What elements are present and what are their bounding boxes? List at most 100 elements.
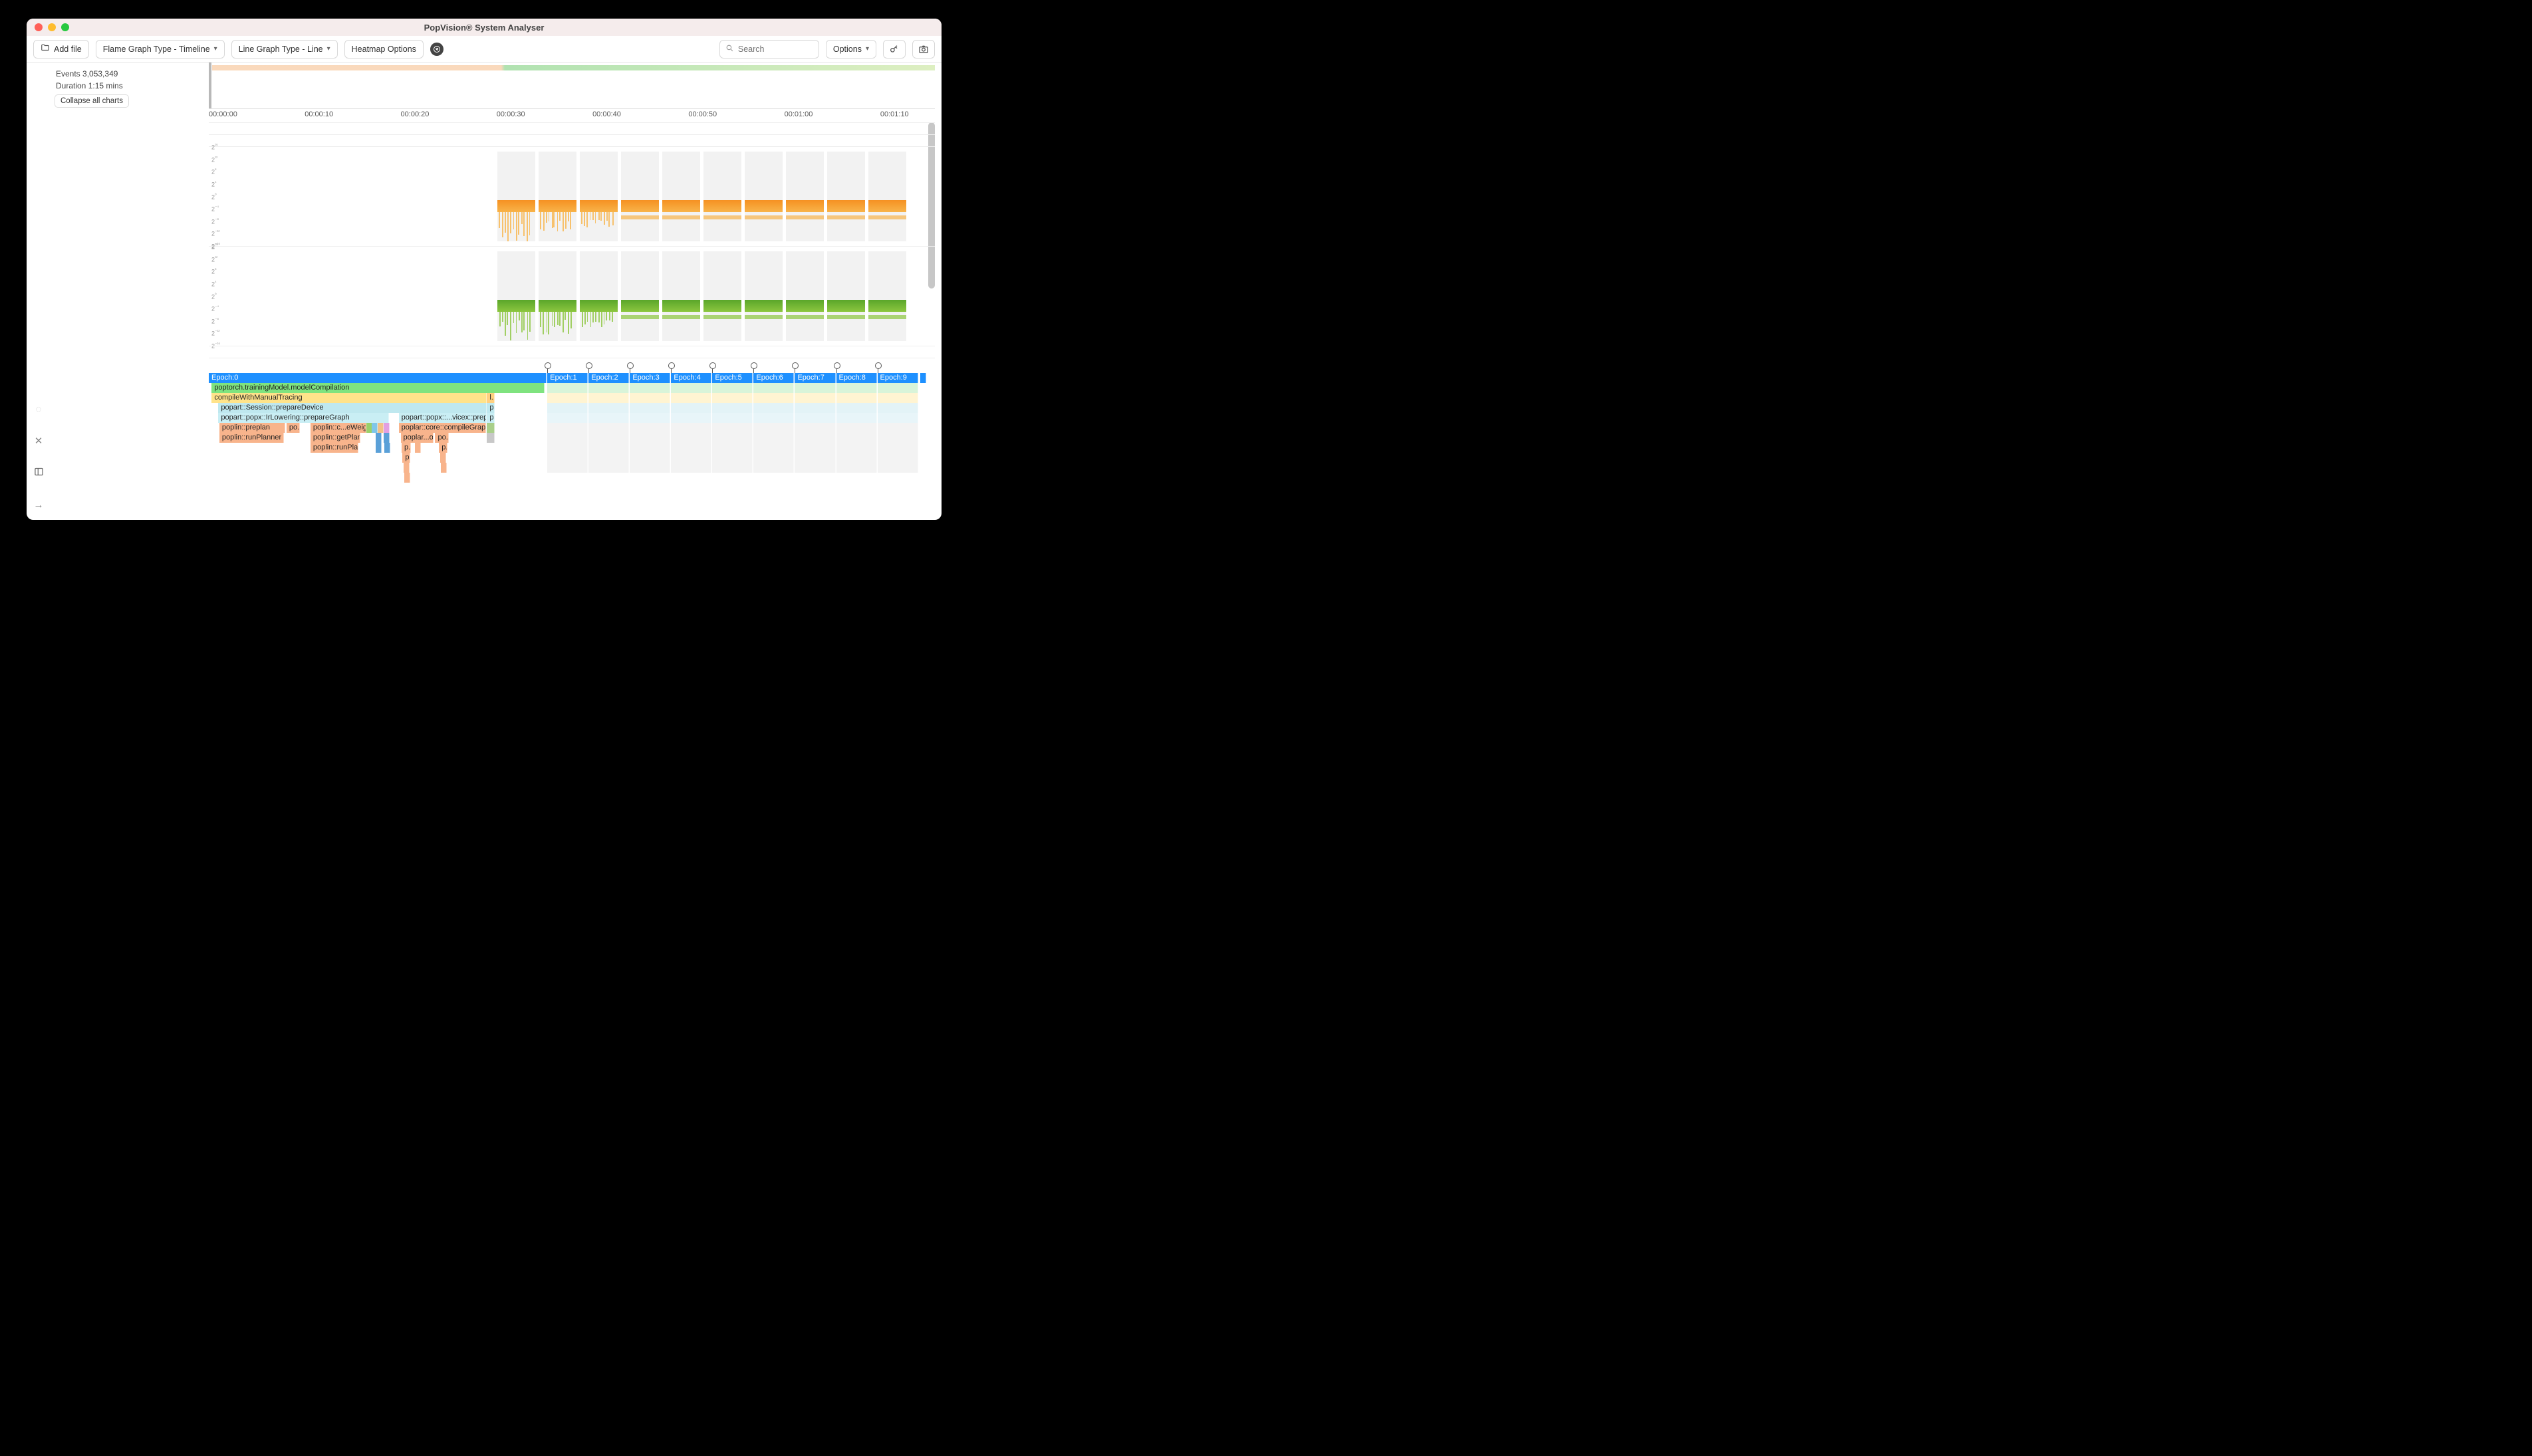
flame-span[interactable]: [878, 443, 918, 453]
flame-span[interactable]: [671, 443, 711, 453]
flame-span[interactable]: [588, 463, 629, 473]
flame-span[interactable]: [415, 443, 421, 453]
flame-span[interactable]: [712, 453, 753, 463]
flame-span[interactable]: poptorch.trainingModel.modelCompilation: [211, 383, 545, 393]
epoch-bar[interactable]: Epoch:1: [547, 373, 588, 383]
flame-span[interactable]: [712, 443, 753, 453]
flame-span[interactable]: [588, 413, 629, 423]
flame-span[interactable]: [795, 393, 835, 403]
flame-span[interactable]: [753, 383, 794, 393]
flame-span[interactable]: [487, 423, 495, 433]
flame-span[interactable]: [712, 393, 753, 403]
flame-span[interactable]: [753, 463, 794, 473]
flame-span[interactable]: l...: [487, 393, 495, 403]
flame-span[interactable]: [795, 433, 835, 443]
flame-span[interactable]: [547, 383, 588, 393]
rail-arrow-icon[interactable]: →: [34, 499, 44, 511]
flame-span[interactable]: [836, 383, 877, 393]
flame-span[interactable]: [630, 443, 670, 453]
flame-span[interactable]: [836, 453, 877, 463]
flame-span[interactable]: [671, 433, 711, 443]
flame-span[interactable]: [588, 383, 629, 393]
flame-span[interactable]: popart::popx::IrLowering::prepareGraph: [218, 413, 389, 423]
flame-span[interactable]: [753, 423, 794, 433]
compass-icon[interactable]: [430, 43, 443, 56]
flame-span[interactable]: [630, 383, 670, 393]
flame-span[interactable]: [671, 393, 711, 403]
flame-span[interactable]: [878, 423, 918, 433]
rail-close-icon[interactable]: ✕: [35, 435, 43, 447]
flame-span[interactable]: [795, 463, 835, 473]
flame-span[interactable]: [671, 413, 711, 423]
flame-span[interactable]: poplin::getPlan: [311, 433, 360, 443]
rail-spinner-icon[interactable]: ◌: [36, 404, 42, 415]
flame-span[interactable]: [878, 383, 918, 393]
heatmap-options-button[interactable]: Heatmap Options: [344, 40, 424, 59]
flame-span[interactable]: [547, 433, 588, 443]
flame-span[interactable]: [795, 413, 835, 423]
flame-span[interactable]: p...: [439, 443, 447, 453]
flame-span[interactable]: [376, 443, 382, 453]
flame-span[interactable]: [836, 423, 877, 433]
flame-span[interactable]: [588, 453, 629, 463]
flame-span[interactable]: [440, 453, 446, 463]
flame-span[interactable]: [795, 403, 835, 413]
flame-span[interactable]: [753, 443, 794, 453]
flame-span[interactable]: [547, 423, 588, 433]
flame-span[interactable]: [376, 433, 382, 443]
epoch-bar[interactable]: Epoch:2: [588, 373, 629, 383]
flame-span[interactable]: [547, 453, 588, 463]
flame-span[interactable]: [712, 463, 753, 473]
flame-span[interactable]: [753, 433, 794, 443]
flame-span[interactable]: [487, 433, 495, 443]
flame-span[interactable]: [588, 433, 629, 443]
flame-span[interactable]: [795, 423, 835, 433]
epoch-bar[interactable]: Epoch:5: [712, 373, 753, 383]
epoch-bar[interactable]: Epoch:3: [630, 373, 670, 383]
flame-span[interactable]: [753, 403, 794, 413]
flame-span[interactable]: [795, 383, 835, 393]
flame-span[interactable]: [630, 453, 670, 463]
collapse-all-button[interactable]: Collapse all charts: [55, 94, 129, 108]
flame-span[interactable]: [630, 433, 670, 443]
flame-type-select[interactable]: Flame Graph Type - Timeline ▾: [96, 40, 225, 59]
epoch-bar[interactable]: Epoch:0: [209, 373, 547, 383]
flame-span[interactable]: [588, 423, 629, 433]
minimap-selection[interactable]: [209, 62, 211, 108]
flame-span[interactable]: [630, 393, 670, 403]
flame-span[interactable]: [630, 463, 670, 473]
flame-span[interactable]: [547, 403, 588, 413]
flame-span[interactable]: [671, 453, 711, 463]
flame-span[interactable]: [712, 423, 753, 433]
flame-span[interactable]: [836, 393, 877, 403]
flame-span[interactable]: [404, 473, 410, 483]
key-button[interactable]: [883, 40, 906, 59]
flame-span[interactable]: [547, 463, 588, 473]
flame-span[interactable]: [588, 443, 629, 453]
flame-span[interactable]: [712, 403, 753, 413]
flame-span[interactable]: [384, 443, 390, 453]
flame-span[interactable]: [753, 413, 794, 423]
flame-span[interactable]: [878, 393, 918, 403]
search-input[interactable]: [719, 40, 819, 59]
line-type-select[interactable]: Line Graph Type - Line ▾: [231, 40, 338, 59]
flame-span[interactable]: [630, 423, 670, 433]
camera-button[interactable]: [912, 40, 935, 59]
flame-span[interactable]: [878, 403, 918, 413]
flame-span[interactable]: [671, 383, 711, 393]
flame-span[interactable]: [836, 433, 877, 443]
flame-span[interactable]: [878, 433, 918, 443]
flame-span[interactable]: [836, 443, 877, 453]
flame-span[interactable]: p...: [487, 413, 495, 423]
flame-span[interactable]: poplin::runPlanner: [219, 433, 284, 443]
flame-span[interactable]: poplin::c...eWeights: [311, 423, 366, 433]
flame-span[interactable]: [671, 463, 711, 473]
flame-span[interactable]: [547, 443, 588, 453]
options-select[interactable]: Options ▾: [826, 40, 876, 59]
flame-span[interactable]: [547, 393, 588, 403]
epoch-bar[interactable]: Epoch:8: [836, 373, 877, 383]
flame-span[interactable]: [795, 453, 835, 463]
flame-span[interactable]: [547, 413, 588, 423]
flame-span[interactable]: [366, 423, 372, 433]
flame-span[interactable]: poplar::core::compileGraph: [399, 423, 486, 433]
